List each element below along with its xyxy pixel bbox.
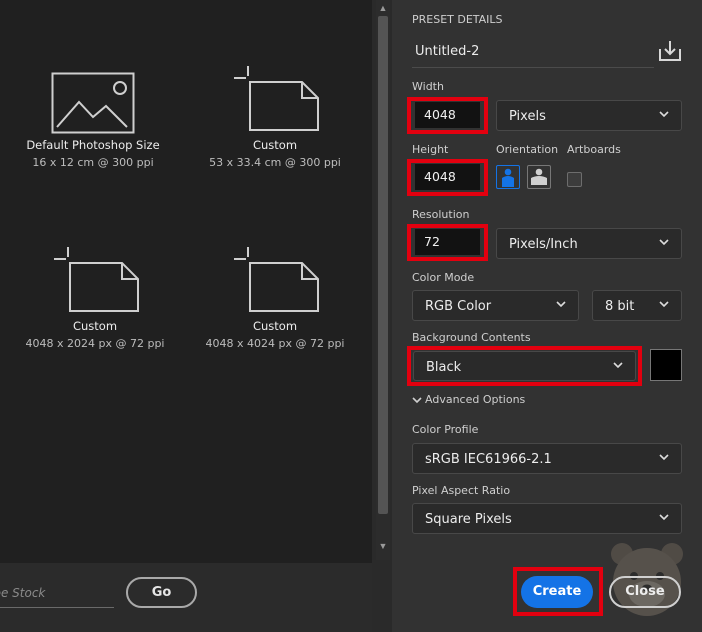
document-title-text: Untitled-2 xyxy=(415,44,480,59)
color-mode-select[interactable]: RGB Color xyxy=(412,290,579,321)
chevron-down-icon xyxy=(659,454,669,461)
chevron-down-icon xyxy=(659,514,669,521)
chevron-down-icon xyxy=(556,301,566,308)
chevron-down-icon xyxy=(659,239,669,246)
color-mode-label: Color Mode xyxy=(412,271,475,284)
chevron-down-icon xyxy=(412,397,422,404)
preset-desc: 53 x 33.4 cm @ 300 ppi xyxy=(209,156,341,169)
artboards-label: Artboards xyxy=(567,143,621,156)
orientation-label: Orientation xyxy=(496,143,559,156)
stock-search-input[interactable]: obe Stock xyxy=(0,580,114,608)
chevron-down-icon xyxy=(613,362,623,369)
chevron-down-icon xyxy=(659,301,669,308)
preset-default-photoshop[interactable]: Default Photoshop Size 16 x 12 cm @ 300 … xyxy=(8,72,178,169)
chevron-down-icon xyxy=(659,111,669,118)
preset-name: Default Photoshop Size xyxy=(26,138,160,152)
stock-search-text: obe Stock xyxy=(0,586,46,600)
close-button[interactable]: Close xyxy=(609,576,681,608)
preset-panel: Default Photoshop Size 16 x 12 cm @ 300 … xyxy=(0,0,372,632)
portrait-icon xyxy=(502,168,514,187)
preset-name: Custom xyxy=(252,319,298,333)
width-input[interactable]: 4048 xyxy=(415,102,480,128)
preset-custom-2[interactable]: Custom 4048 x 2024 px @ 72 ppi xyxy=(10,245,180,350)
width-label: Width xyxy=(412,80,444,93)
preset-desc: 16 x 12 cm @ 300 ppi xyxy=(32,156,154,169)
height-input[interactable]: 4048 xyxy=(415,164,480,190)
image-icon xyxy=(51,72,135,134)
portrait-orientation-button[interactable] xyxy=(496,165,520,189)
artboards-checkbox[interactable] xyxy=(567,172,582,187)
resolution-unit-select[interactable]: Pixels/Inch xyxy=(496,228,682,259)
save-preset-icon[interactable] xyxy=(658,40,682,62)
stock-search-bar: obe Stock Go xyxy=(0,563,372,632)
bit-depth-select[interactable]: 8 bit xyxy=(592,290,682,321)
background-contents-value: Black xyxy=(426,360,462,375)
advanced-options-label: Advanced Options xyxy=(425,393,526,406)
document-icon xyxy=(234,66,319,131)
background-contents-label: Background Contents xyxy=(412,331,531,344)
resolution-label: Resolution xyxy=(412,208,470,221)
pixel-aspect-label: Pixel Aspect Ratio xyxy=(412,484,511,497)
scrollbar-thumb[interactable] xyxy=(378,16,388,514)
document-icon xyxy=(54,247,139,312)
document-title-input[interactable]: Untitled-2 xyxy=(412,38,654,68)
width-unit-select[interactable]: Pixels xyxy=(496,100,682,131)
background-contents-select[interactable]: Black xyxy=(413,351,636,381)
pixel-aspect-value: Square Pixels xyxy=(425,512,512,527)
scroll-up-icon[interactable]: ▲ xyxy=(376,2,390,14)
document-icon xyxy=(234,247,319,312)
preset-name: Custom xyxy=(72,319,118,333)
width-unit-value: Pixels xyxy=(509,109,546,124)
height-label: Height xyxy=(412,143,449,156)
color-profile-value: sRGB IEC61966-2.1 xyxy=(425,452,552,467)
create-button[interactable]: Create xyxy=(521,576,593,608)
landscape-icon xyxy=(531,168,547,185)
preset-custom-1[interactable]: Custom 53 x 33.4 cm @ 300 ppi xyxy=(190,64,360,169)
resolution-input[interactable]: 72 xyxy=(415,229,480,255)
advanced-options-toggle[interactable]: Advanced Options xyxy=(412,393,525,406)
bit-depth-value: 8 bit xyxy=(605,299,635,314)
preset-desc: 4048 x 2024 px @ 72 ppi xyxy=(25,337,165,350)
background-color-swatch[interactable] xyxy=(650,349,682,381)
preset-custom-3[interactable]: Custom 4048 x 4024 px @ 72 ppi xyxy=(190,245,360,350)
preset-name: Custom xyxy=(252,138,298,152)
pixel-aspect-select[interactable]: Square Pixels xyxy=(412,503,682,534)
preset-details-header: PRESET DETAILS xyxy=(412,13,503,26)
color-profile-label: Color Profile xyxy=(412,423,479,436)
go-button[interactable]: Go xyxy=(126,577,197,608)
preset-desc: 4048 x 4024 px @ 72 ppi xyxy=(205,337,345,350)
landscape-orientation-button[interactable] xyxy=(527,165,551,189)
scroll-down-icon[interactable]: ▼ xyxy=(376,540,390,552)
color-profile-select[interactable]: sRGB IEC61966-2.1 xyxy=(412,443,682,474)
resolution-unit-value: Pixels/Inch xyxy=(509,237,578,252)
color-mode-value: RGB Color xyxy=(425,299,492,314)
